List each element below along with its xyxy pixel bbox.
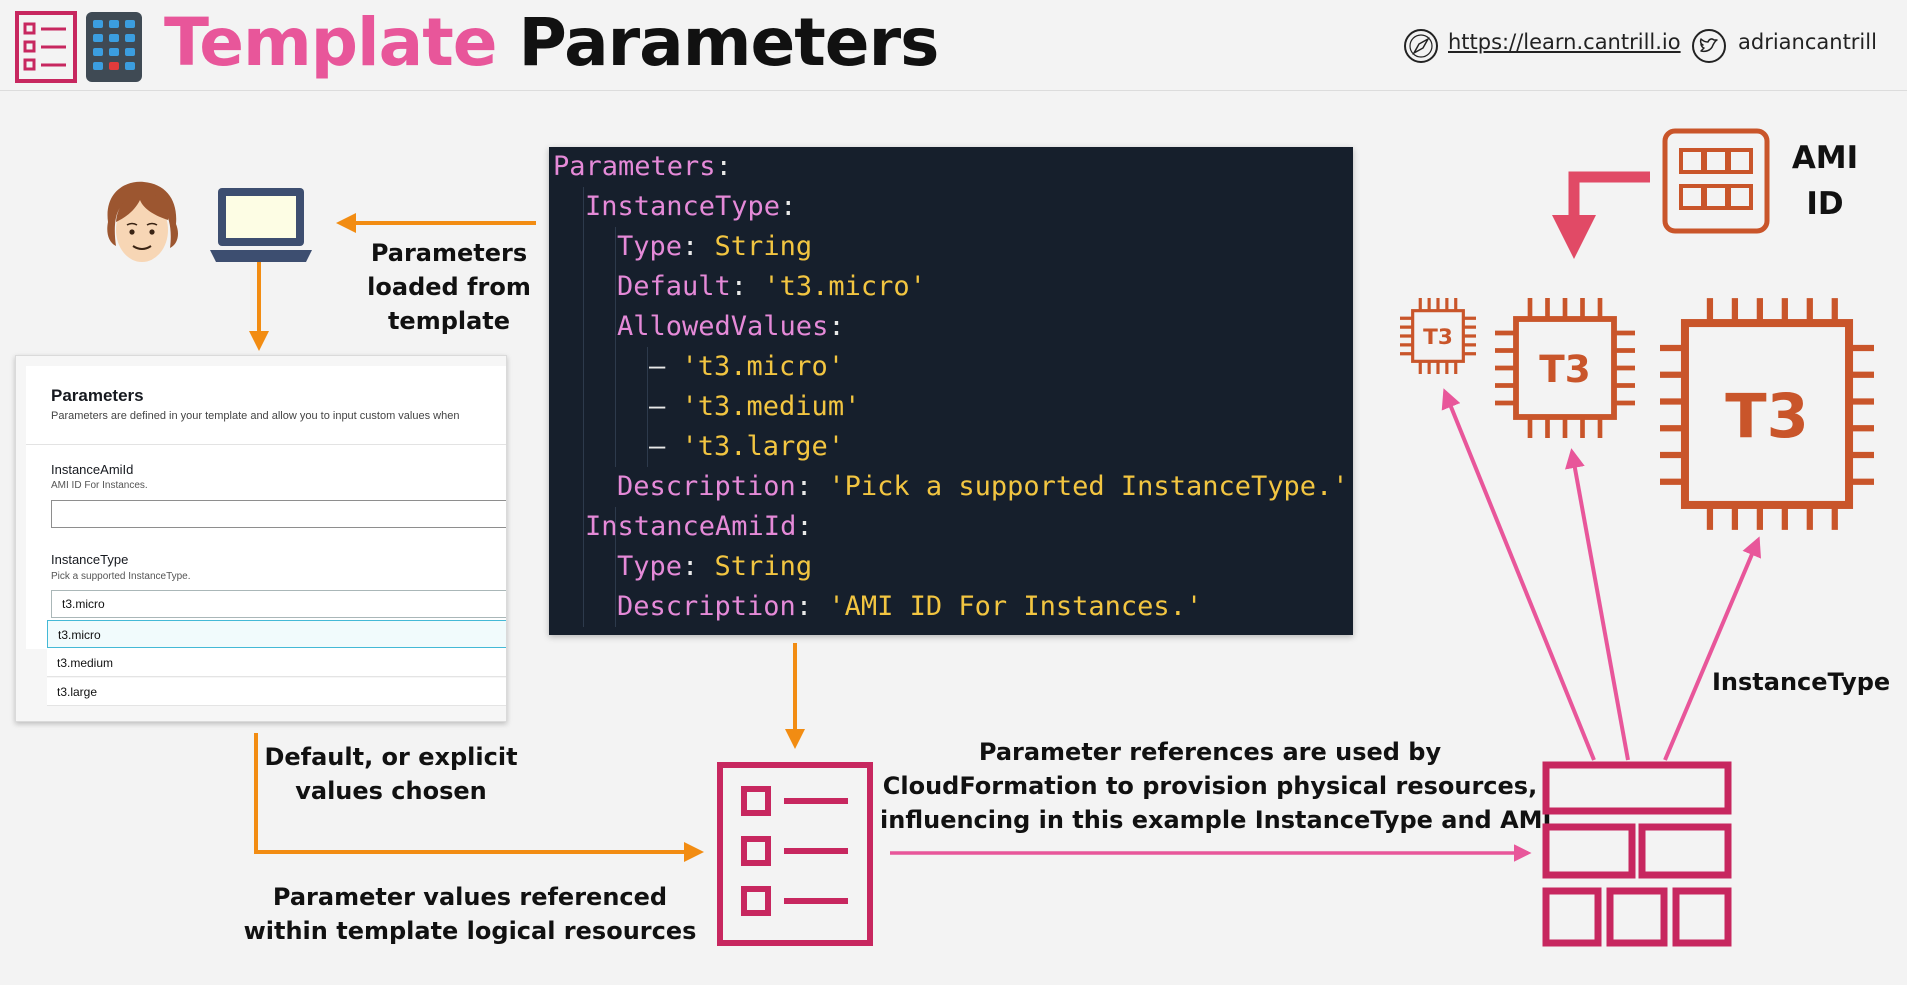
field-desc-ami: AMI ID For Instances. (51, 480, 148, 491)
code-line: Type: String (617, 551, 813, 582)
ami-icon (1662, 128, 1770, 234)
field-label-ami: InstanceAmiId (51, 462, 134, 477)
values-referenced-line-1: Parameter values referenced (272, 883, 668, 911)
arrow-stack-to-t3-small (1441, 388, 1596, 761)
ami-id-label: AMI ID (1780, 135, 1870, 227)
option-t3-large[interactable]: t3.large (47, 678, 506, 706)
template-icon (717, 762, 873, 946)
instance-ami-id-input[interactable] (51, 500, 506, 528)
chip-icon: T3 (1660, 298, 1874, 530)
code-value: 'Pick a supported InstanceType.' (828, 471, 1349, 502)
code-value: 'AMI ID For Instances.' (828, 591, 1203, 622)
code-line: Type: String (617, 231, 813, 262)
field-desc-instance-type: Pick a supported InstanceType. (51, 571, 191, 582)
code-line: AllowedValues: (617, 311, 845, 342)
ami-id-line-2: ID (1806, 186, 1844, 222)
default-chosen-line-2: values chosen (295, 777, 487, 805)
chip-label-small: T3 (1423, 325, 1453, 350)
code-line: – 't3.medium' (649, 391, 861, 422)
params-loaded-line-3: template (387, 307, 511, 335)
chip-label-medium: T3 (1539, 347, 1590, 391)
form-description: Parameters are defined in your template … (51, 410, 460, 422)
references-used-line-3: influencing in this example InstanceType… (880, 806, 1552, 834)
params-loaded-line-1: Parameters (370, 239, 528, 267)
ami-id-line-1: AMI (1791, 140, 1859, 176)
code-line: InstanceType: (585, 191, 797, 222)
instance-type-select[interactable]: t3.micro (51, 590, 506, 618)
parameters-form: Parameters Parameters are defined in you… (15, 355, 507, 722)
form-title: Parameters (51, 386, 144, 405)
code-key: InstanceAmiId (585, 511, 797, 542)
params-loaded-line-2: loaded from (367, 273, 531, 301)
code-key: InstanceType (585, 191, 781, 222)
chip-icon: T3 (1400, 298, 1476, 374)
values-referenced-line-2: within template logical resources (243, 917, 697, 945)
chip-icon: T3 (1495, 298, 1635, 438)
indent-guide (647, 347, 648, 467)
references-used-line-2: CloudFormation to provision physical res… (882, 772, 1538, 800)
arrow-stack-to-t3-medium (1565, 448, 1630, 761)
yaml-code-block: Parameters: InstanceType: Type: String D… (549, 147, 1353, 635)
indent-guide (615, 227, 616, 467)
values-referenced-label: Parameter values referenced within templ… (240, 880, 700, 948)
code-value: String (714, 231, 813, 262)
stack-icon (1542, 761, 1732, 947)
laptop-icon (210, 188, 312, 262)
code-line: – 't3.large' (649, 431, 845, 462)
user-avatar-icon (107, 181, 178, 262)
code-key: Type (617, 231, 683, 262)
code-value: 't3.micro' (763, 271, 926, 302)
code-key: AllowedValues (617, 311, 829, 342)
code-value: String (714, 551, 813, 582)
code-line: Description: 'Pick a supported InstanceT… (617, 471, 1349, 502)
code-value: 't3.large' (681, 431, 845, 462)
indent-guide (583, 187, 584, 627)
instance-type-label: InstanceType (1712, 668, 1891, 696)
references-used-line-1: Parameter references are used by (978, 738, 1442, 766)
code-line: InstanceAmiId: (585, 511, 813, 542)
code-key: Parameters (553, 151, 716, 182)
chip-label-large: T3 (1725, 382, 1809, 452)
option-t3-medium[interactable]: t3.medium (47, 649, 506, 677)
params-loaded-label: Parameters loaded from template (363, 236, 535, 338)
code-line: – 't3.micro' (649, 351, 845, 382)
option-t3-micro[interactable]: t3.micro (47, 620, 506, 648)
references-used-label: Parameter references are used by CloudFo… (880, 735, 1552, 837)
code-key: Type (617, 551, 683, 582)
code-key: Description (617, 591, 796, 622)
code-key: Default (617, 271, 731, 302)
field-label-instance-type: InstanceType (51, 552, 129, 567)
arrow-stack-to-t3-large (1663, 536, 1761, 761)
code-value: 't3.micro' (681, 351, 845, 382)
code-line: Description: 'AMI ID For Instances.' (617, 591, 1203, 622)
default-chosen-line-1: Default, or explicit (264, 743, 518, 771)
code-line: Default: 't3.micro' (617, 271, 926, 302)
arrow-ami-to-t3 (1552, 171, 1650, 259)
code-value: 't3.medium' (681, 391, 861, 422)
code-key: Description (617, 471, 796, 502)
form-divider (26, 444, 506, 445)
code-line: Parameters: (553, 151, 732, 182)
default-chosen-label: Default, or explicit values chosen (262, 740, 520, 808)
